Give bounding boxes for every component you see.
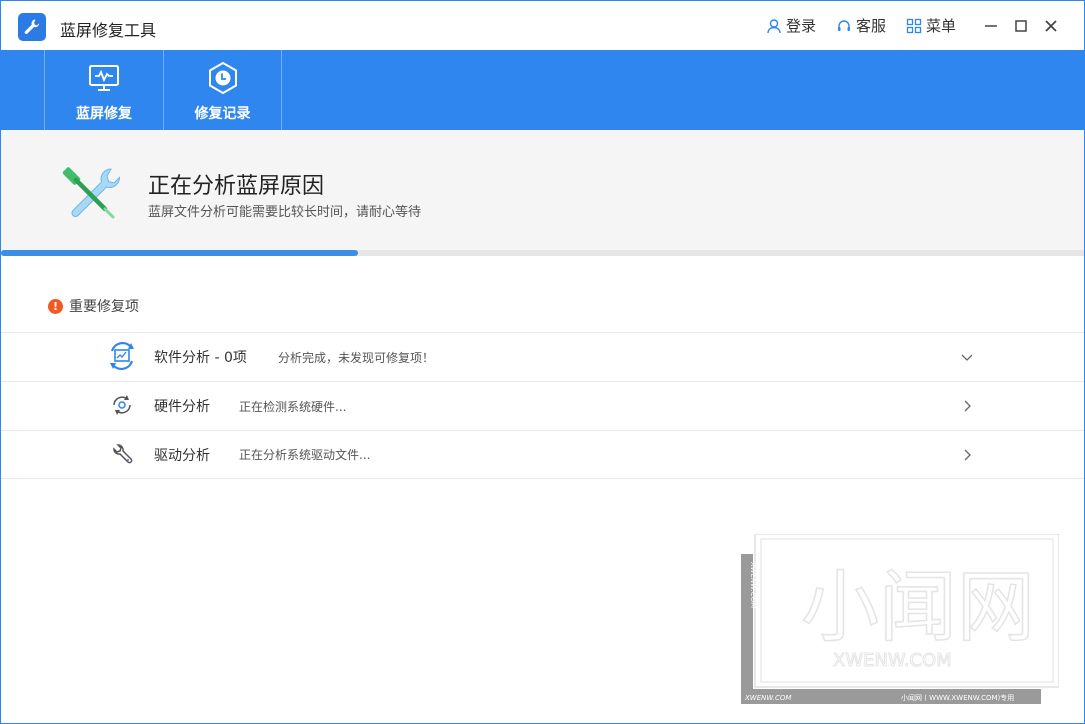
hardware-refresh-icon bbox=[107, 390, 137, 420]
close-icon bbox=[1045, 19, 1057, 32]
minimize-icon bbox=[985, 24, 997, 27]
watermark-bottom-left: XWENW.COM bbox=[744, 694, 791, 702]
list-item-driver-analysis[interactable]: 驱动分析 正在分析系统驱动文件... bbox=[1, 430, 1084, 479]
watermark-bottom-right: 小闻网 ( WWW.XWENW.COM)专用 bbox=[901, 693, 1014, 702]
login-label: 登录 bbox=[785, 17, 816, 35]
analysis-progress-fill bbox=[1, 250, 359, 256]
watermark-side: XWENW.COM bbox=[749, 561, 757, 608]
watermark-en: XWENW.COM bbox=[833, 650, 952, 671]
item-status: 分析完成，未发现可修复项！ bbox=[278, 350, 435, 365]
status-title: 正在分析蓝屏原因 bbox=[148, 174, 325, 199]
driver-wrench-icon bbox=[107, 439, 137, 469]
item-name: 驱动分析 bbox=[154, 447, 210, 464]
clock-hexagon-icon bbox=[207, 62, 239, 94]
user-icon bbox=[766, 18, 782, 34]
section-title: 重要修复项 bbox=[69, 299, 139, 315]
maximize-icon bbox=[1015, 19, 1027, 32]
status-subtitle: 蓝屏文件分析可能需要比较长时间，请耐心等待 bbox=[148, 205, 422, 220]
monitor-pulse-icon bbox=[88, 63, 120, 93]
menu-label: 菜单 bbox=[925, 17, 956, 35]
tab-bluescreen-repair[interactable]: 蓝屏修复 bbox=[44, 50, 163, 130]
login-button[interactable]: 登录 bbox=[766, 15, 816, 36]
alert-icon: ! bbox=[48, 298, 63, 314]
grid-menu-icon bbox=[906, 18, 922, 34]
chevron-right-icon[interactable] bbox=[960, 447, 974, 466]
tab-repair-history[interactable]: 修复记录 bbox=[163, 50, 282, 130]
section-important-repairs: ! 重要修复项 bbox=[48, 296, 139, 316]
watermark-logo: 小闻网 XWENW.COM XWENW.COM XWENW.COM 小闻网 ( … bbox=[741, 533, 1060, 704]
item-status: 正在分析系统驱动文件... bbox=[239, 448, 371, 462]
item-name: 软件分析 - 0项 bbox=[154, 350, 247, 366]
tab-repair-history-label: 修复记录 bbox=[194, 106, 251, 122]
service-label: 客服 bbox=[855, 17, 886, 35]
analysis-list: 软件分析 - 0项 分析完成，未发现可修复项！ 硬件分析 正在检测系统硬件... bbox=[1, 332, 1084, 479]
analysis-progress-bar bbox=[1, 250, 1084, 256]
watermark-cn: 小闻网 bbox=[801, 563, 1035, 653]
tab-bluescreen-repair-label: 蓝屏修复 bbox=[76, 106, 132, 122]
customer-service-button[interactable]: 客服 bbox=[836, 15, 886, 36]
menu-button[interactable]: 菜单 bbox=[906, 15, 956, 36]
software-analysis-icon bbox=[107, 341, 137, 371]
chevron-right-icon[interactable] bbox=[960, 398, 974, 417]
item-name: 硬件分析 bbox=[154, 399, 210, 415]
minimize-button[interactable] bbox=[976, 11, 1006, 41]
headset-icon bbox=[836, 18, 852, 34]
list-item-software-analysis[interactable]: 软件分析 - 0项 分析完成，未发现可修复项！ bbox=[1, 332, 1084, 381]
app-window: 蓝屏修复工具 登录 客服 菜单 蓝屏修复 修复记录 正在分析蓝屏原因 蓝屏文件分… bbox=[0, 0, 1085, 724]
wrench-logo-icon bbox=[18, 13, 46, 41]
app-title: 蓝屏修复工具 bbox=[60, 21, 157, 40]
repair-tools-icon bbox=[61, 163, 125, 229]
title-actions: 登录 客服 菜单 bbox=[766, 1, 1084, 50]
close-button[interactable] bbox=[1036, 11, 1066, 41]
list-item-hardware-analysis[interactable]: 硬件分析 正在检测系统硬件... bbox=[1, 381, 1084, 430]
item-status: 正在检测系统硬件... bbox=[239, 399, 347, 414]
chevron-down-icon[interactable] bbox=[960, 349, 974, 368]
maximize-button[interactable] bbox=[1006, 11, 1036, 41]
main-toolbar: 蓝屏修复 修复记录 bbox=[1, 50, 1084, 130]
analysis-status-panel: 正在分析蓝屏原因 蓝屏文件分析可能需要比较长时间，请耐心等待 bbox=[1, 130, 1084, 252]
title-bar: 蓝屏修复工具 登录 客服 菜单 bbox=[1, 1, 1084, 50]
